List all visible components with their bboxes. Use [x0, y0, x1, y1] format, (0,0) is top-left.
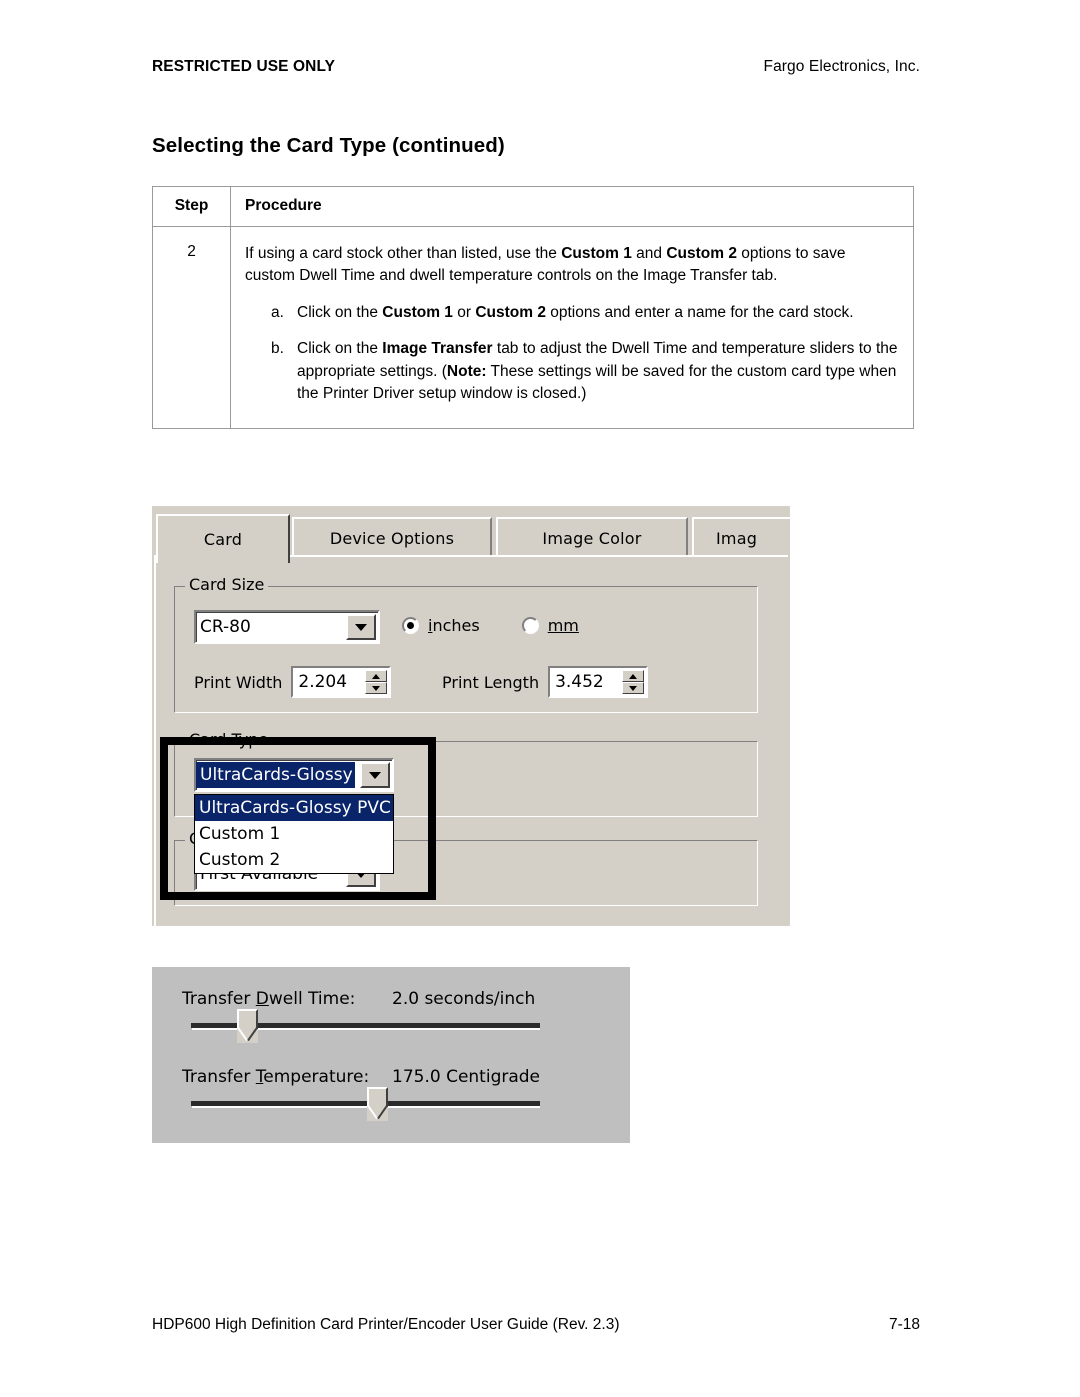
card-type-option-custom-2[interactable]: Custom 2 — [195, 847, 393, 873]
radio-mm[interactable]: mm — [521, 616, 579, 635]
table-header-row: Step Procedure — [152, 186, 914, 227]
card-size-value: CR-80 — [200, 617, 251, 637]
tab-image-transfer[interactable]: Imag — [692, 517, 790, 558]
card-type-group-label: Card Type — [185, 731, 273, 749]
substep-a-bold-2: Custom 2 — [475, 303, 546, 321]
page-footer: HDP600 High Definition Card Printer/Enco… — [152, 1316, 920, 1334]
substep-b-marker: b. — [271, 340, 284, 358]
substep-a-text-1: Click on the — [297, 303, 383, 321]
running-head: RESTRICTED USE ONLY Fargo Electronics, I… — [152, 58, 920, 76]
running-head-right: Fargo Electronics, Inc. — [763, 58, 920, 75]
column-header-procedure: Procedure — [230, 186, 914, 227]
tab-image-transfer-label: Imag — [716, 529, 758, 548]
footer-right: 7-18 — [888, 1316, 920, 1333]
print-length-stepper[interactable]: 3.452 — [548, 666, 649, 698]
printer-driver-dialog-screenshot: Card Device Options Image Color Imag Car… — [152, 506, 790, 926]
footer-left: HDP600 High Definition Card Printer/Enco… — [152, 1316, 620, 1333]
print-width-stepper[interactable]: 2.204 — [291, 666, 392, 698]
card-size-group-label: Card Size — [185, 576, 269, 594]
print-width-stepper-buttons[interactable] — [365, 670, 388, 694]
table-row: 2 If using a card stock other than liste… — [152, 226, 914, 429]
substep-b-text-1: Click on the — [297, 340, 383, 358]
chevron-down-icon[interactable] — [346, 614, 376, 640]
substep-a: a. Click on the Custom 1 or Custom 2 opt… — [271, 302, 899, 324]
card-type-dropdown[interactable]: UltraCards-Glossy PVC — [194, 758, 394, 792]
radio-mm-indicator — [521, 617, 539, 634]
tab-device-options[interactable]: Device Options — [292, 517, 492, 558]
chevron-down-icon[interactable] — [360, 762, 390, 788]
caret-down-icon[interactable] — [365, 682, 388, 694]
temperature-label: Transfer Temperature: — [182, 1067, 370, 1087]
print-width-field: Print Width 2.204 — [194, 666, 392, 698]
intro-text-1: If using a card stock other than listed,… — [245, 245, 562, 262]
card-size-dropdown[interactable]: CR-80 — [194, 610, 380, 644]
substep-a-text-2: or — [452, 303, 476, 321]
page-title: Selecting the Card Type (continued) — [152, 134, 505, 157]
substep-a-body: Click on the Custom 1 or Custom 2 option… — [297, 302, 899, 324]
substep-b: b. Click on the Image Transfer tab to ad… — [271, 338, 899, 405]
dwell-time-value: 2.0 seconds/inch — [392, 989, 536, 1009]
tab-image-color[interactable]: Image Color — [496, 517, 688, 558]
radio-inches-indicator — [402, 617, 419, 634]
radio-mm-label: mm — [547, 616, 579, 635]
thumb-body — [367, 1087, 388, 1107]
radio-inches-label: inches — [428, 616, 480, 635]
units-radio-group: inches mm — [402, 616, 579, 635]
caret-up-icon[interactable] — [622, 670, 645, 682]
substep-a-marker: a. — [271, 303, 284, 321]
running-head-left: RESTRICTED USE ONLY — [152, 58, 336, 75]
caret-down-icon[interactable] — [622, 682, 645, 694]
thumb-body — [237, 1009, 258, 1029]
print-length-stepper-buttons[interactable] — [622, 670, 645, 694]
card-type-option-ultracards[interactable]: UltraCards-Glossy PVC — [195, 795, 393, 821]
dwell-time-slider-thumb[interactable] — [237, 1009, 258, 1043]
substep-b-bold-2: Note: — [446, 362, 487, 380]
procedure-cell: If using a card stock other than listed,… — [230, 226, 914, 429]
card-type-option-custom-1[interactable]: Custom 1 — [195, 821, 393, 847]
temperature-slider-thumb[interactable] — [367, 1087, 388, 1121]
intro-text-2: and — [631, 245, 667, 262]
card-type-value: UltraCards-Glossy PVC — [196, 762, 392, 788]
print-width-label: Print Width — [194, 672, 283, 692]
print-width-value: 2.204 — [298, 672, 348, 692]
print-length-value: 3.452 — [555, 672, 604, 692]
substep-b-body: Click on the Image Transfer tab to adjus… — [297, 338, 899, 405]
tab-image-color-label: Image Color — [542, 529, 642, 548]
column-header-step: Step — [152, 186, 231, 227]
substep-b-bold-1: Image Transfer — [382, 340, 493, 358]
caret-up-icon[interactable] — [365, 670, 388, 682]
substep-a-bold-1: Custom 1 — [382, 303, 453, 321]
dwell-time-label: Transfer Dwell Time: — [182, 989, 356, 1009]
procedure-intro: If using a card stock other than listed,… — [245, 243, 899, 288]
intro-bold-2: Custom 2 — [666, 245, 737, 262]
tab-card[interactable]: Card — [156, 514, 290, 563]
intro-bold-1: Custom 1 — [561, 245, 632, 262]
temperature-value: 175.0 Centigrade — [392, 1067, 541, 1087]
tab-card-label: Card — [203, 530, 243, 549]
radio-inches[interactable]: inches — [402, 616, 480, 635]
step-number: 2 — [152, 226, 231, 429]
tab-device-options-label: Device Options — [329, 529, 455, 548]
print-length-label: Print Length — [442, 672, 540, 692]
substep-a-text-3: options and enter a name for the card st… — [545, 303, 854, 321]
procedure-table: Step Procedure 2 If using a card stock o… — [152, 186, 914, 429]
card-type-option-list[interactable]: UltraCards-Glossy PVC Custom 1 Custom 2 — [194, 794, 394, 874]
image-transfer-sliders-screenshot: Transfer Dwell Time: 2.0 seconds/inch Tr… — [152, 967, 630, 1143]
document-page: RESTRICTED USE ONLY Fargo Electronics, I… — [0, 0, 1080, 1397]
print-length-field: Print Length 3.452 — [442, 666, 649, 698]
dialog-tab-strip: Card Device Options Image Color Imag — [152, 514, 790, 563]
radio-inches-rest: nches — [432, 616, 480, 635]
